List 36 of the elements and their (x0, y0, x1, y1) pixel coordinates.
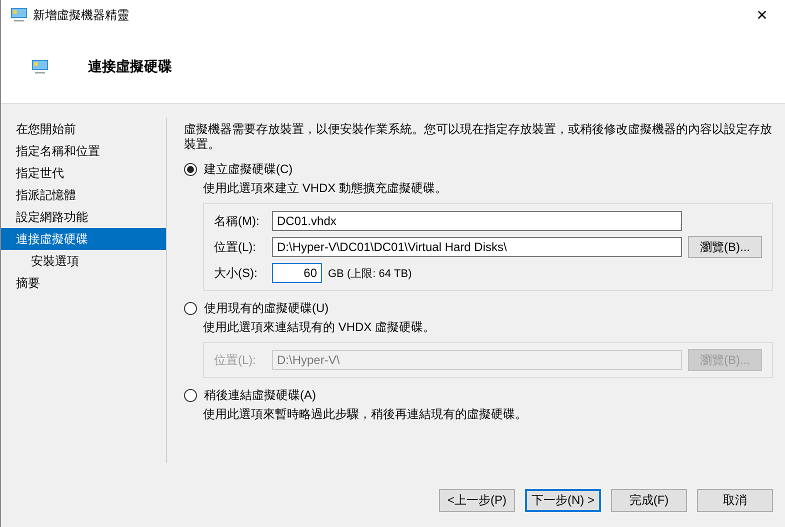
option-description: 使用此選項來建立 VHDX 動態擴充虛擬硬碟。 (202, 180, 448, 197)
nav-item[interactable]: 指定名稱和位置 (1, 140, 166, 162)
field-label: 位置(L): (214, 352, 257, 368)
option-label[interactable]: 使用現有的虛擬硬碟(U) (204, 300, 329, 316)
intro-text: 虛擬機器需要存放裝置，以便安裝作業系統。您可以現在指定存放裝置，或稍後修改虛擬機器的內容以設定存放裝置。 (184, 122, 773, 152)
field-label: 大小(S): (214, 264, 258, 282)
wizard-button[interactable]: 下一步(N) > (525, 488, 601, 512)
radio-button[interactable] (184, 302, 197, 314)
nav-item[interactable]: 指定世代 (1, 162, 166, 184)
monitor-icon (32, 60, 48, 74)
input-field[interactable]: DC01.vhdx (272, 211, 682, 231)
wizard-button[interactable]: <上一步(P) (439, 488, 515, 512)
nav-item[interactable]: 安裝選項 (1, 250, 166, 272)
nav-item[interactable]: 在您開始前 (1, 118, 166, 140)
field-label: 位置(L): (214, 238, 257, 256)
window-title: 新增虛擬機器精靈 (33, 6, 130, 24)
wizard-button[interactable]: 完成(F) (611, 488, 687, 512)
option-description: 使用此選項來暫時略過此步驟，稍後再連結現有的虛擬硬碟。 (202, 406, 528, 423)
nav-item[interactable]: 指派記憶體 (1, 184, 166, 206)
size-field[interactable]: 60 (272, 263, 322, 283)
radio-button[interactable] (184, 162, 197, 176)
close-button[interactable]: ✕ (739, 0, 785, 30)
nav-item[interactable]: 設定網路功能 (1, 206, 166, 228)
nav-item[interactable]: 連接虛擬硬碟 (1, 228, 166, 250)
browse-button[interactable]: 瀏覽(B)... (688, 236, 762, 258)
option-description: 使用此選項來連結現有的 VHDX 虛擬硬碟。 (202, 319, 436, 336)
unit-label: GB (上限: 64 TB) (328, 266, 412, 280)
radio-button[interactable] (184, 388, 197, 402)
wizard-button[interactable]: 取消 (697, 488, 773, 512)
monitor-icon (11, 8, 27, 22)
option-label[interactable]: 建立虛擬硬碟(C) (204, 160, 293, 178)
page-heading: 連接虛擬硬碟 (88, 58, 172, 76)
field-label: 名稱(M): (214, 212, 260, 230)
option-label[interactable]: 稍後連結虛擬硬碟(A) (204, 386, 316, 404)
nav-item[interactable]: 摘要 (1, 272, 166, 294)
input-field[interactable]: D:\Hyper-V\DC01\DC01\Virtual Hard Disks\ (272, 237, 682, 257)
